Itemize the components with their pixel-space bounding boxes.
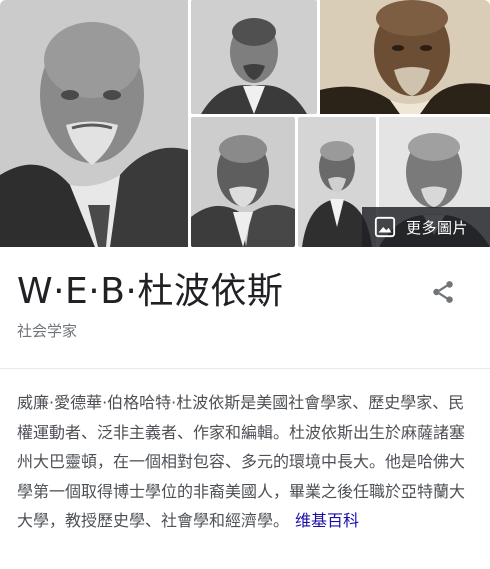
more-images-button[interactable]: 更多圖片: [362, 207, 490, 247]
portrait-photo: [0, 0, 188, 247]
description-text: 威廉·愛德華·伯格哈特·杜波依斯是美國社會學家、歷史學家、民權運動者、泛非主義者…: [17, 393, 466, 530]
gallery-photo-3[interactable]: [320, 0, 490, 114]
share-button[interactable]: [425, 274, 461, 310]
image-gallery: 更多圖片: [0, 0, 490, 247]
portrait-photo: [320, 0, 490, 114]
entity-description: 威廉·愛德華·伯格哈特·杜波依斯是美國社會學家、歷史學家、民權運動者、泛非主義者…: [17, 388, 475, 536]
wikipedia-link[interactable]: 维基百科: [295, 511, 359, 530]
portrait-photo: [191, 0, 317, 114]
section-divider: [0, 368, 490, 369]
entity-subtitle: 社会学家: [17, 322, 78, 340]
share-icon: [433, 281, 453, 303]
portrait-photo: [191, 117, 295, 247]
gallery-photo-4[interactable]: [191, 117, 295, 247]
entity-title: W·E·B·杜波依斯: [17, 271, 284, 312]
gallery-photo-2[interactable]: [191, 0, 317, 114]
image-icon: [374, 216, 396, 238]
gallery-photo-main[interactable]: [0, 0, 188, 247]
more-images-label: 更多圖片: [406, 218, 469, 237]
